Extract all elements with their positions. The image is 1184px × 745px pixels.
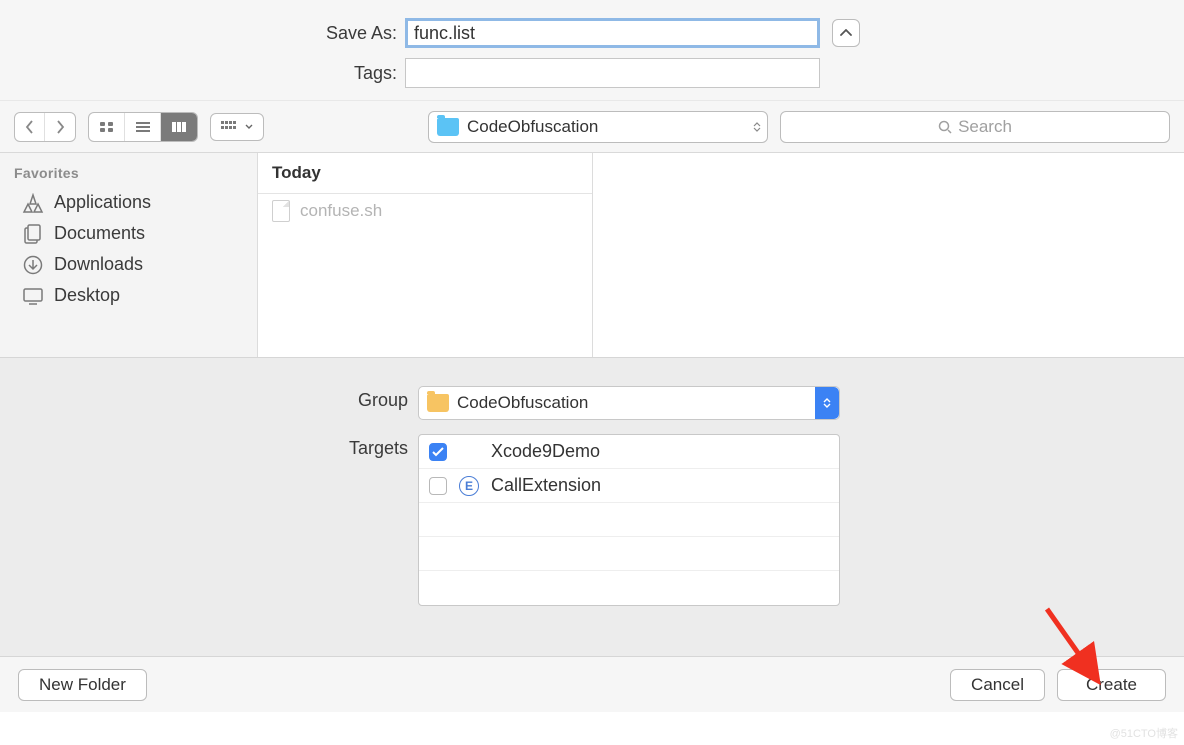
watermark-text: @51CTO博客 [1110, 725, 1178, 741]
sidebar-heading: Favorites [0, 159, 257, 187]
saveas-row: Save As: func.list [0, 18, 1184, 48]
arrange-icon [221, 121, 241, 133]
view-columns-button[interactable] [161, 113, 197, 141]
cancel-button[interactable]: Cancel [950, 669, 1045, 701]
group-label: Group [0, 386, 418, 411]
sidebar-item-label: Documents [54, 223, 145, 244]
column-header: Today [258, 153, 592, 194]
extension-icon: E [459, 476, 479, 496]
saveas-input[interactable]: func.list [405, 18, 820, 48]
group-value: CodeObfuscation [457, 393, 588, 413]
target-row-empty [419, 571, 839, 605]
tags-input[interactable] [405, 58, 820, 88]
targets-list: Xcode9Demo E CallExtension [418, 434, 840, 606]
collapse-toggle-button[interactable] [832, 19, 860, 47]
downloads-icon [22, 255, 44, 275]
path-dropdown[interactable]: CodeObfuscation [428, 111, 768, 143]
group-dropdown[interactable]: CodeObfuscation [418, 386, 840, 420]
list-icon [135, 121, 151, 133]
new-folder-button[interactable]: New Folder [18, 669, 147, 701]
view-switcher [88, 112, 198, 142]
sidebar-item-downloads[interactable]: Downloads [0, 249, 257, 280]
arrange-button[interactable] [210, 113, 264, 141]
group-row: Group CodeObfuscation [0, 386, 1184, 420]
finder-toolbar: CodeObfuscation Search [0, 101, 1184, 153]
chevron-left-icon [25, 120, 34, 134]
targets-row: Targets Xcode9Demo E CallExtension [0, 434, 1184, 606]
target-row-empty [419, 503, 839, 537]
target-row-empty [419, 537, 839, 571]
desktop-icon [22, 286, 44, 306]
sidebar-item-documents[interactable]: Documents [0, 218, 257, 249]
sidebar-item-label: Applications [54, 192, 151, 213]
file-item[interactable]: confuse.sh [258, 194, 592, 228]
file-icon [272, 200, 290, 222]
tags-label: Tags: [0, 63, 405, 84]
view-list-button[interactable] [125, 113, 161, 141]
stepper-icon [753, 122, 761, 132]
chevron-right-icon [56, 120, 65, 134]
nav-back-button[interactable] [15, 113, 45, 141]
sidebar-item-label: Desktop [54, 285, 120, 306]
search-icon [938, 120, 952, 134]
search-placeholder: Search [958, 117, 1012, 137]
save-panel-top: Save As: func.list Tags: [0, 0, 1184, 101]
nav-forward-button[interactable] [45, 113, 75, 141]
grid-icon [99, 121, 115, 133]
check-icon [432, 447, 444, 457]
sidebar-item-desktop[interactable]: Desktop [0, 280, 257, 311]
create-button[interactable]: Create [1057, 669, 1166, 701]
documents-icon [22, 224, 44, 244]
targets-label: Targets [0, 434, 418, 459]
target-name: Xcode9Demo [491, 441, 600, 462]
nav-group [14, 112, 76, 142]
file-column: Today confuse.sh [258, 153, 593, 357]
columns-icon [171, 121, 187, 133]
app-icon [459, 442, 479, 462]
file-name: confuse.sh [300, 201, 382, 221]
saveas-label: Save As: [0, 23, 405, 44]
sidebar-item-applications[interactable]: Applications [0, 187, 257, 218]
saveas-value: func.list [414, 23, 475, 43]
target-row[interactable]: Xcode9Demo [419, 435, 839, 469]
applications-icon [22, 193, 44, 213]
tags-row: Tags: [0, 58, 1184, 88]
folder-icon [427, 394, 449, 412]
target-checkbox[interactable] [429, 477, 447, 495]
target-name: CallExtension [491, 475, 601, 496]
target-checkbox[interactable] [429, 443, 447, 461]
sidebar-item-label: Downloads [54, 254, 143, 275]
file-browser: Favorites Applications Documents Downloa… [0, 153, 1184, 357]
file-column-empty [593, 153, 1184, 357]
chevron-down-icon [245, 124, 253, 130]
group-targets-section: Group CodeObfuscation Targets Xcode9Demo… [0, 357, 1184, 656]
sidebar: Favorites Applications Documents Downloa… [0, 153, 258, 357]
folder-icon [437, 118, 459, 136]
search-input[interactable]: Search [780, 111, 1170, 143]
path-name: CodeObfuscation [467, 117, 598, 137]
target-row[interactable]: E CallExtension [419, 469, 839, 503]
view-icons-button[interactable] [89, 113, 125, 141]
bottom-bar: New Folder Cancel Create [0, 656, 1184, 712]
stepper-icon [815, 387, 839, 419]
chevron-up-icon [840, 29, 852, 37]
